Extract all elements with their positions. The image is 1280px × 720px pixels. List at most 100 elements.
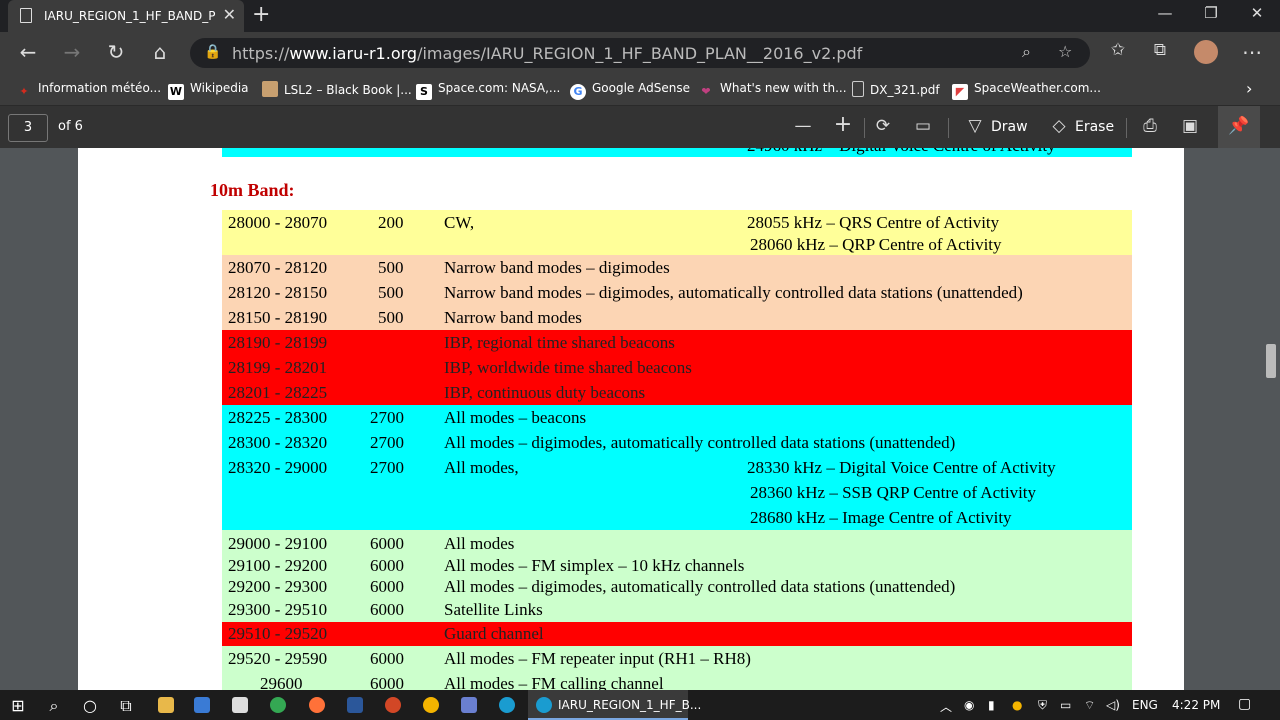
bookmark-item[interactable]: LSL2 – Black Book |... <box>262 81 412 97</box>
save-icon[interactable]: ▣ <box>1177 116 1203 136</box>
pdf-viewport: 24960 kHz – Digital Voice Centre of Acti… <box>0 148 1280 690</box>
draw-button[interactable]: Draw <box>991 119 1028 135</box>
favorite-star-icon[interactable]: ☆ <box>1058 42 1072 61</box>
erase-icon[interactable]: ◇ <box>1046 116 1072 136</box>
close-tab-icon[interactable]: ✕ <box>223 5 236 24</box>
battery-icon[interactable]: ▭ <box>1060 698 1071 712</box>
lock-icon[interactable]: 🔒 <box>204 44 221 60</box>
clock[interactable]: 4:22 PM <box>1172 698 1220 712</box>
security-icon[interactable]: ⛨ <box>1038 698 1047 713</box>
tab-title: IARU_REGION_1_HF_BAND_PLAN_2016_v2.pdf <box>44 9 216 23</box>
chrome-icon[interactable] <box>270 697 286 713</box>
page-number-input[interactable]: 3 <box>8 114 48 142</box>
mode-cell: All modes – FM repeater input (RH1 – RH8… <box>444 649 751 668</box>
scrollbar-thumb[interactable] <box>1266 344 1276 378</box>
range-cell: 29300 - 29510 <box>228 600 328 619</box>
collections-icon[interactable]: ⧉ <box>1146 40 1174 60</box>
bookmark-item[interactable]: DX_321.pdf <box>852 81 940 97</box>
mode-cell: All modes <box>444 534 515 553</box>
bookmark-item[interactable]: W Wikipedia <box>168 81 249 100</box>
rotate-icon[interactable]: ⟳ <box>870 116 896 136</box>
mail-icon[interactable] <box>232 697 248 713</box>
print-icon[interactable]: ⎙ <box>1137 116 1163 136</box>
tab-active[interactable]: IARU_REGION_1_HF_BAND_PLAN_2016_v2.pdf ✕ <box>8 0 244 32</box>
erase-button[interactable]: Erase <box>1075 119 1114 135</box>
tray-app-icon[interactable]: ● <box>1012 698 1022 712</box>
word-icon[interactable] <box>347 697 363 713</box>
app-icon[interactable] <box>461 697 477 713</box>
task-view-icon[interactable]: ⧉ <box>114 696 138 716</box>
band-segment-guard: 29510 - 29520 Guard channel <box>222 622 1132 646</box>
volume-icon[interactable]: ◁) <box>1106 698 1120 712</box>
range-cell: 29600 <box>260 674 303 690</box>
range-cell: 28201 - 28225 <box>228 383 328 402</box>
tray-overflow-icon[interactable]: ︿ <box>940 698 952 715</box>
mode-cell: All modes, <box>444 458 519 477</box>
bandwidth-cell: 500 <box>378 308 404 327</box>
bandwidth-cell: 200 <box>378 213 404 232</box>
wifi-icon[interactable]: ⌔ <box>1084 698 1095 713</box>
taskbar-active-window[interactable]: IARU_REGION_1_HF_B... <box>528 690 701 720</box>
pdf-toolbar: 3 of 6 — + ⟳ ▭ ▽ Draw ◇ Erase ⎙ ▣ <box>0 106 1280 148</box>
bookmark-item[interactable]: ✦ Information météo... <box>16 81 161 100</box>
restore-icon[interactable]: ❐ <box>1196 4 1226 22</box>
url-host: www.iaru-r1.org <box>289 44 418 63</box>
back-icon[interactable]: ← <box>14 40 42 64</box>
notifications-icon[interactable]: ▢ <box>1238 696 1251 712</box>
range-cell: 28225 - 28300 <box>228 408 328 427</box>
bookmark-item[interactable]: S Space.com: NASA,... <box>416 81 560 100</box>
language-indicator[interactable]: ENG <box>1132 698 1158 712</box>
bookmark-item[interactable]: G Google AdSense <box>570 81 690 100</box>
url-text: https://www.iaru-r1.org/images/IARU_REGI… <box>232 44 862 63</box>
bandwidth-cell: 2700 <box>370 458 404 477</box>
cortana-icon[interactable]: ○ <box>78 696 102 715</box>
range-cell: 28320 - 29000 <box>228 458 328 477</box>
note-text: 24960 kHz – Digital Voice Centre of Acti… <box>747 148 1056 156</box>
favorites-icon[interactable]: ✩ <box>1104 40 1132 60</box>
windows-start-icon[interactable]: ⊞ <box>6 696 30 715</box>
powerpoint-icon[interactable] <box>385 697 401 713</box>
firefox-icon[interactable] <box>309 697 325 713</box>
pin-toolbar-button[interactable]: 📌 <box>1218 106 1260 148</box>
vertical-scrollbar[interactable] <box>1262 148 1280 690</box>
home-icon[interactable]: ⌂ <box>146 40 174 64</box>
fit-page-icon[interactable]: ▭ <box>910 116 936 136</box>
store-icon[interactable] <box>194 697 210 713</box>
edge-icon[interactable] <box>499 697 515 713</box>
note-cell: 28055 kHz – QRS Centre of Activity <box>747 213 1000 232</box>
draw-icon[interactable]: ▽ <box>962 116 988 136</box>
minimize-icon[interactable]: — <box>1150 4 1180 22</box>
zoom-icon[interactable]: ⌕ <box>1022 42 1031 62</box>
spaceweather-icon: ◤ <box>952 84 968 100</box>
address-bar[interactable]: 🔒 https://www.iaru-r1.org/images/IARU_RE… <box>190 38 1090 68</box>
bookmark-label: What's new with th... <box>720 81 847 95</box>
range-cell: 29200 - 29300 <box>228 577 328 596</box>
tray-app-icon[interactable]: ◉ <box>964 698 974 712</box>
zoom-out-icon[interactable]: — <box>790 116 816 136</box>
range-cell: 29520 - 29590 <box>228 649 328 668</box>
pdf-page: 24960 kHz – Digital Voice Centre of Acti… <box>78 148 1184 690</box>
forward-icon[interactable]: → <box>58 40 86 64</box>
window-close-icon[interactable]: ✕ <box>1242 4 1272 22</box>
bookmark-item[interactable]: ◤ SpaceWeather.com... <box>952 81 1101 100</box>
site-icon <box>262 81 278 97</box>
band-segment-repeater: 29520 - 29590 6000 All modes – FM repeat… <box>222 646 1132 690</box>
refresh-icon[interactable]: ↻ <box>102 40 130 64</box>
new-tab-icon[interactable]: + <box>252 2 270 27</box>
profile-avatar[interactable] <box>1194 40 1218 64</box>
bandwidth-cell: 6000 <box>370 674 404 690</box>
mode-cell: Narrow band modes – digimodes <box>444 258 670 277</box>
more-menu-icon[interactable]: ⋯ <box>1238 40 1266 64</box>
search-icon[interactable]: ⌕ <box>42 696 66 716</box>
range-cell: 28150 - 28190 <box>228 308 328 327</box>
bookmark-item[interactable]: ❤ What's new with th... <box>698 81 847 100</box>
zoom-in-icon[interactable]: + <box>830 112 856 137</box>
range-cell: 28199 - 28201 <box>228 358 328 377</box>
microphone-icon[interactable]: ▮ <box>988 698 995 712</box>
app-icon[interactable] <box>423 697 439 713</box>
file-explorer-icon[interactable] <box>158 697 174 713</box>
bandwidth-cell: 6000 <box>370 600 404 619</box>
bookmarks-overflow-icon[interactable]: › <box>1246 79 1252 98</box>
bandwidth-cell: 6000 <box>370 649 404 668</box>
bookmark-label: Space.com: NASA,... <box>438 81 561 95</box>
